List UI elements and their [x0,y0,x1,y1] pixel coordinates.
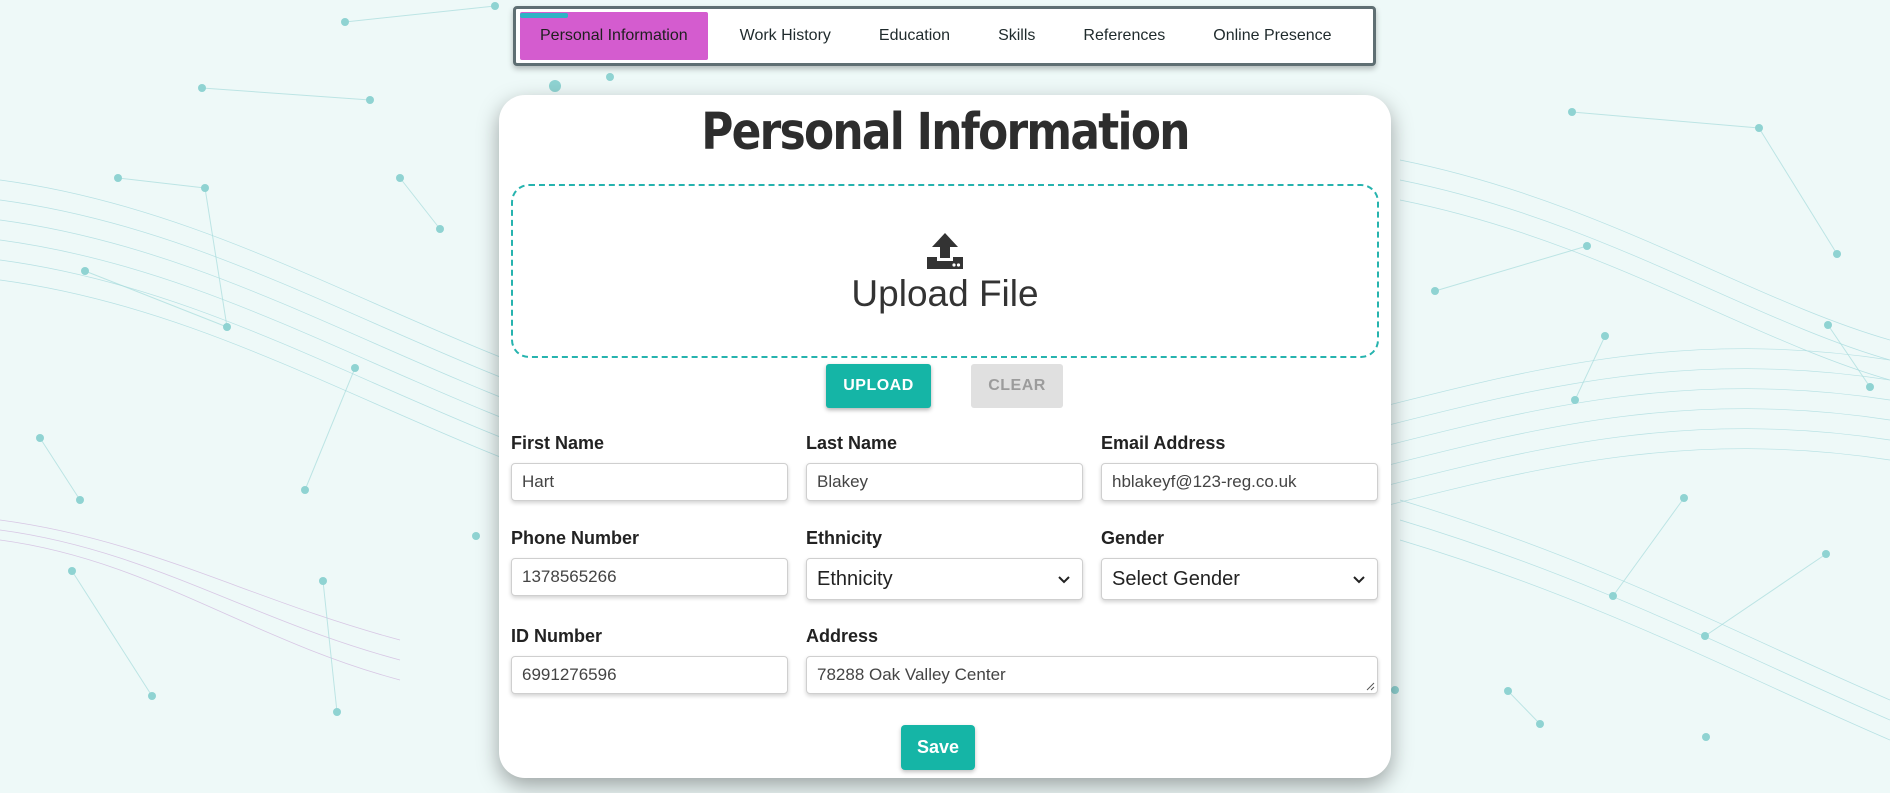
gender-select[interactable]: Select Gender [1101,558,1378,600]
file-dropzone[interactable]: Upload File [511,184,1379,358]
clear-button[interactable]: CLEAR [971,364,1063,408]
save-button[interactable]: Save [901,725,975,770]
tab-accent-marker [520,13,568,18]
phone-number-input[interactable] [511,558,788,596]
address-field: Address 78288 Oak Valley Center [806,626,1378,694]
email-field: Email Address [1101,433,1378,501]
id-number-label: ID Number [511,626,603,646]
first-name-label: First Name [511,433,605,453]
address-textarea[interactable]: 78288 Oak Valley Center [806,656,1378,694]
gender-label: Gender [1101,528,1165,548]
last-name-input[interactable] [806,463,1083,501]
tab-online-presence[interactable]: Online Presence [1189,12,1355,60]
last-name-label: Last Name [806,433,898,453]
id-number-input[interactable] [511,656,788,694]
tab-skills[interactable]: Skills [974,12,1059,60]
ethnicity-label: Ethnicity [806,528,883,548]
email-label: Email Address [1101,433,1226,453]
gender-field: Gender Select Gender [1101,528,1378,600]
tab-work-history[interactable]: Work History [716,12,855,60]
first-name-input[interactable] [511,463,788,501]
phone-number-label: Phone Number [511,528,640,548]
phone-number-field: Phone Number [511,528,788,596]
ethnicity-selected-value: Ethnicity [817,567,893,590]
chevron-down-icon [1058,576,1070,584]
chevron-down-icon [1353,576,1365,584]
ethnicity-select[interactable]: Ethnicity [806,558,1083,600]
upload-button[interactable]: UPLOAD [826,364,931,408]
upload-file-label: Upload File [851,273,1039,314]
address-label: Address [806,626,879,646]
address-value: 78288 Oak Valley Center [817,665,1006,684]
ethnicity-field: Ethnicity Ethnicity [806,528,1083,600]
id-number-field: ID Number [511,626,788,694]
tab-personal-information[interactable]: Personal Information [520,12,708,60]
email-input[interactable] [1101,463,1378,501]
upload-icon [927,233,963,269]
last-name-field: Last Name [806,433,1083,501]
personal-information-card: Personal Information Upload File UPLOAD … [499,95,1391,778]
gender-selected-value: Select Gender [1112,567,1240,590]
tab-references[interactable]: References [1059,12,1189,60]
tab-education[interactable]: Education [855,12,974,60]
page-title: Personal Information [701,103,1190,162]
first-name-field: First Name [511,433,788,501]
resize-handle-icon[interactable] [1365,681,1375,691]
section-tab-bar: Personal Information Work History Educat… [513,6,1376,66]
